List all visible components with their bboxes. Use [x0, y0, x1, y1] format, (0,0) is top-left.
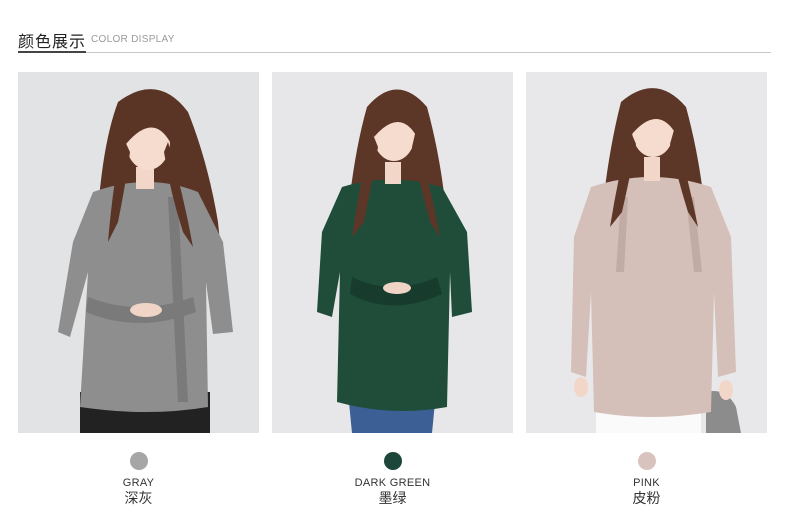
- swatch-gray: [129, 452, 148, 470]
- model-photo-dark-green: [272, 72, 513, 433]
- color-display-header: 颜色展示 COLOR DISPLAY: [18, 22, 772, 54]
- color-name-en: PINK: [633, 477, 660, 489]
- model-photo-pink: [526, 72, 767, 433]
- section-title: 颜色展示: [18, 32, 87, 51]
- color-name-cn: 深灰: [124, 491, 153, 507]
- product-photo-dark-green: [272, 72, 513, 433]
- color-name-en: GRAY: [122, 477, 155, 489]
- swatch-dark-green: [383, 452, 402, 470]
- header-divider: [18, 52, 771, 53]
- color-name-cn: 墨绿: [378, 491, 407, 507]
- section-subtitle: COLOR DISPLAY: [91, 34, 175, 45]
- color-option-dark-green: DARK GREEN 墨绿: [272, 452, 513, 508]
- swatch-pink: [637, 452, 656, 470]
- color-option-pink: PINK 皮粉: [526, 452, 767, 508]
- color-name-cn: 皮粉: [632, 491, 661, 507]
- header-accent-underline: [18, 51, 86, 53]
- color-option-gray: GRAY 深灰: [18, 452, 259, 508]
- product-photo-gray: [18, 72, 259, 433]
- model-photo-gray: [18, 72, 259, 433]
- product-photo-pink: [526, 72, 767, 433]
- color-name-en: DARK GREEN: [354, 477, 431, 489]
